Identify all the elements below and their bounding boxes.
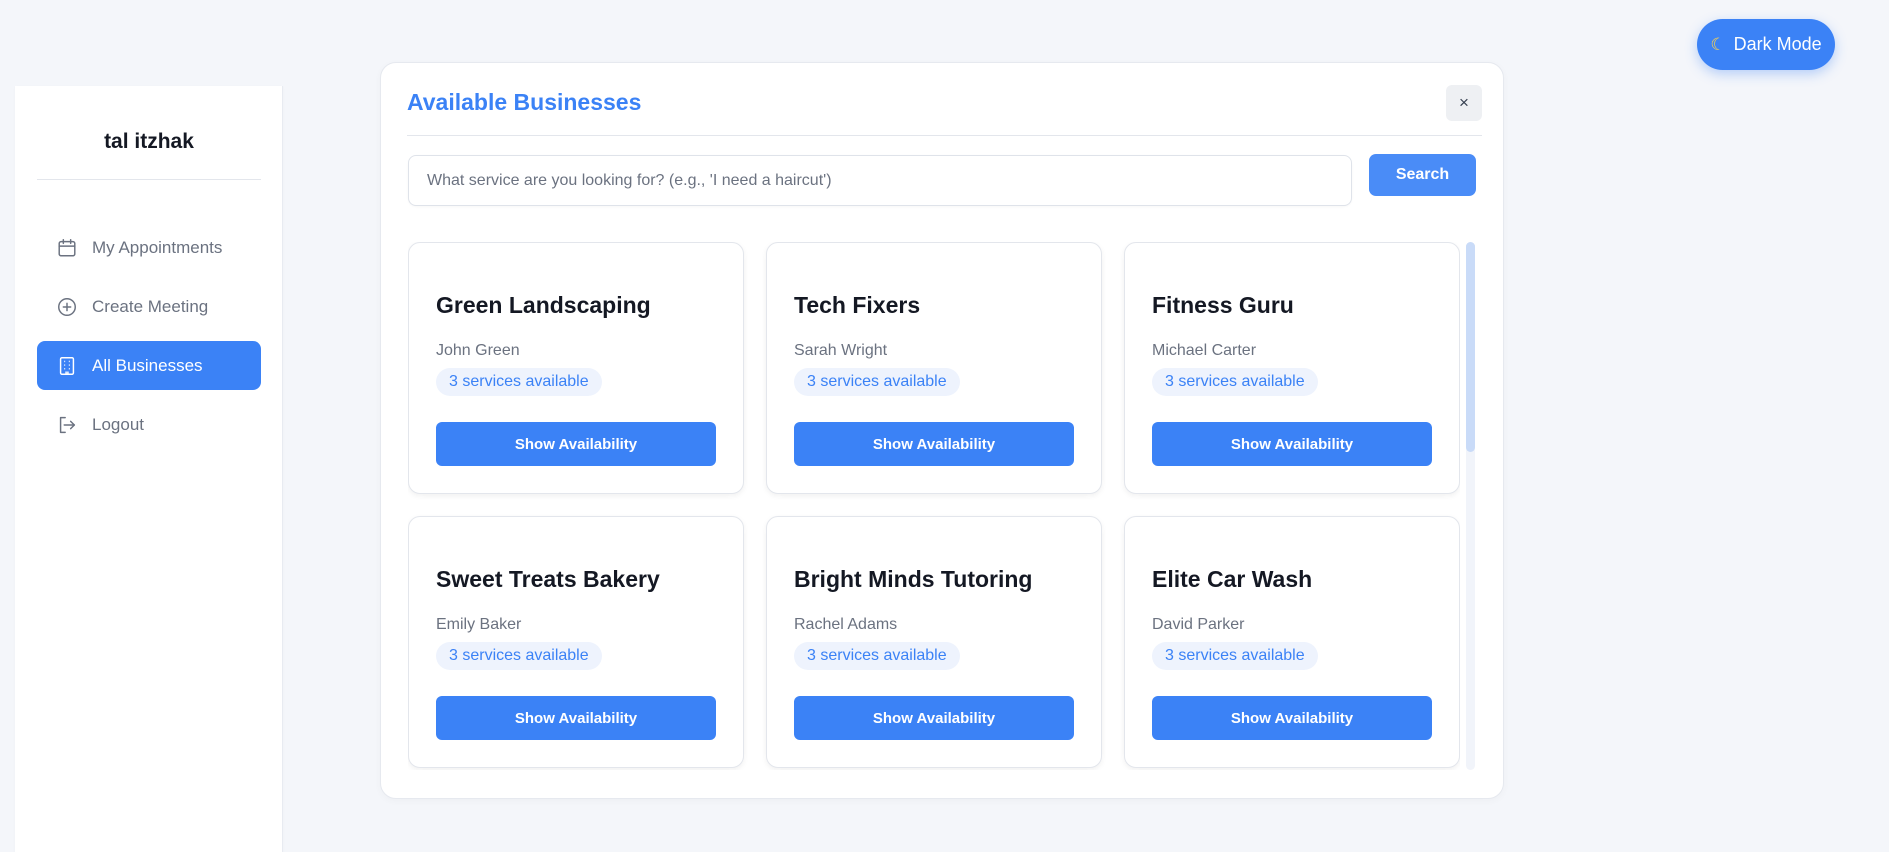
show-availability-button[interactable]: Show Availability bbox=[794, 422, 1074, 466]
sidebar-item-label: All Businesses bbox=[92, 355, 203, 375]
business-card: Bright Minds Tutoring Rachel Adams 3 ser… bbox=[766, 516, 1102, 768]
dark-mode-button[interactable]: ☾ Dark Mode bbox=[1697, 19, 1835, 70]
business-card: Green Landscaping John Green 3 services … bbox=[408, 242, 744, 494]
sidebar: tal itzhak My Appointments Create Meetin… bbox=[15, 86, 283, 852]
show-availability-button[interactable]: Show Availability bbox=[436, 696, 716, 740]
search-input[interactable] bbox=[408, 155, 1352, 206]
services-badge: 3 services available bbox=[436, 642, 602, 670]
user-name: tal itzhak bbox=[104, 130, 194, 153]
sidebar-item-my-appointments[interactable]: My Appointments bbox=[37, 223, 261, 272]
business-owner: Rachel Adams bbox=[794, 616, 898, 633]
business-owner: David Parker bbox=[1152, 616, 1245, 633]
plus-circle-icon bbox=[56, 296, 78, 318]
show-availability-button[interactable]: Show Availability bbox=[436, 422, 716, 466]
dark-mode-label: Dark Mode bbox=[1733, 34, 1822, 54]
sidebar-item-logout[interactable]: Logout bbox=[37, 400, 261, 449]
sidebar-item-all-businesses[interactable]: All Businesses bbox=[37, 341, 261, 390]
business-owner: Michael Carter bbox=[1152, 342, 1257, 359]
sidebar-divider bbox=[37, 179, 261, 180]
business-owner: Sarah Wright bbox=[794, 342, 888, 359]
show-availability-button[interactable]: Show Availability bbox=[1152, 696, 1432, 740]
business-owner: John Green bbox=[436, 342, 520, 359]
business-card: Elite Car Wash David Parker 3 services a… bbox=[1124, 516, 1460, 768]
search-button[interactable]: Search bbox=[1369, 154, 1476, 196]
services-badge: 3 services available bbox=[794, 642, 960, 670]
app-page: ☾ Dark Mode tal itzhak My Appointments C… bbox=[0, 0, 1889, 852]
modal-divider bbox=[407, 135, 1482, 136]
services-badge: 3 services available bbox=[436, 368, 602, 396]
services-badge: 3 services available bbox=[794, 368, 960, 396]
sidebar-item-label: Logout bbox=[92, 414, 144, 434]
business-name: Green Landscaping bbox=[436, 292, 651, 318]
sidebar-item-label: Create Meeting bbox=[92, 296, 209, 316]
show-availability-button[interactable]: Show Availability bbox=[794, 696, 1074, 740]
business-owner: Emily Baker bbox=[436, 616, 522, 633]
business-card: Tech Fixers Sarah Wright 3 services avai… bbox=[766, 242, 1102, 494]
sidebar-item-create-meeting[interactable]: Create Meeting bbox=[37, 282, 261, 331]
business-name: Fitness Guru bbox=[1152, 292, 1294, 318]
modal-title: Available Businesses bbox=[407, 89, 642, 115]
business-name: Elite Car Wash bbox=[1152, 566, 1313, 592]
business-grid: Green Landscaping John Green 3 services … bbox=[408, 242, 1460, 770]
business-name: Bright Minds Tutoring bbox=[794, 566, 1033, 592]
show-availability-button[interactable]: Show Availability bbox=[1152, 422, 1432, 466]
close-icon: × bbox=[1459, 93, 1469, 112]
business-name: Tech Fixers bbox=[794, 292, 921, 318]
building-icon bbox=[56, 355, 78, 377]
moon-icon: ☾ bbox=[1710, 34, 1726, 54]
sidebar-nav: My Appointments Create Meeting All Busin… bbox=[37, 223, 261, 459]
services-badge: 3 services available bbox=[1152, 368, 1318, 396]
grid-scrollbar[interactable] bbox=[1466, 242, 1475, 770]
business-card: Sweet Treats Bakery Emily Baker 3 servic… bbox=[408, 516, 744, 768]
businesses-modal: Available Businesses × Search Green Land… bbox=[380, 62, 1504, 799]
close-button[interactable]: × bbox=[1446, 85, 1482, 121]
logout-icon bbox=[56, 414, 78, 436]
sidebar-item-label: My Appointments bbox=[92, 237, 223, 257]
services-badge: 3 services available bbox=[1152, 642, 1318, 670]
business-card: Fitness Guru Michael Carter 3 services a… bbox=[1124, 242, 1460, 494]
calendar-icon bbox=[56, 237, 78, 259]
business-name: Sweet Treats Bakery bbox=[436, 566, 660, 592]
scrollbar-thumb[interactable] bbox=[1466, 242, 1475, 452]
